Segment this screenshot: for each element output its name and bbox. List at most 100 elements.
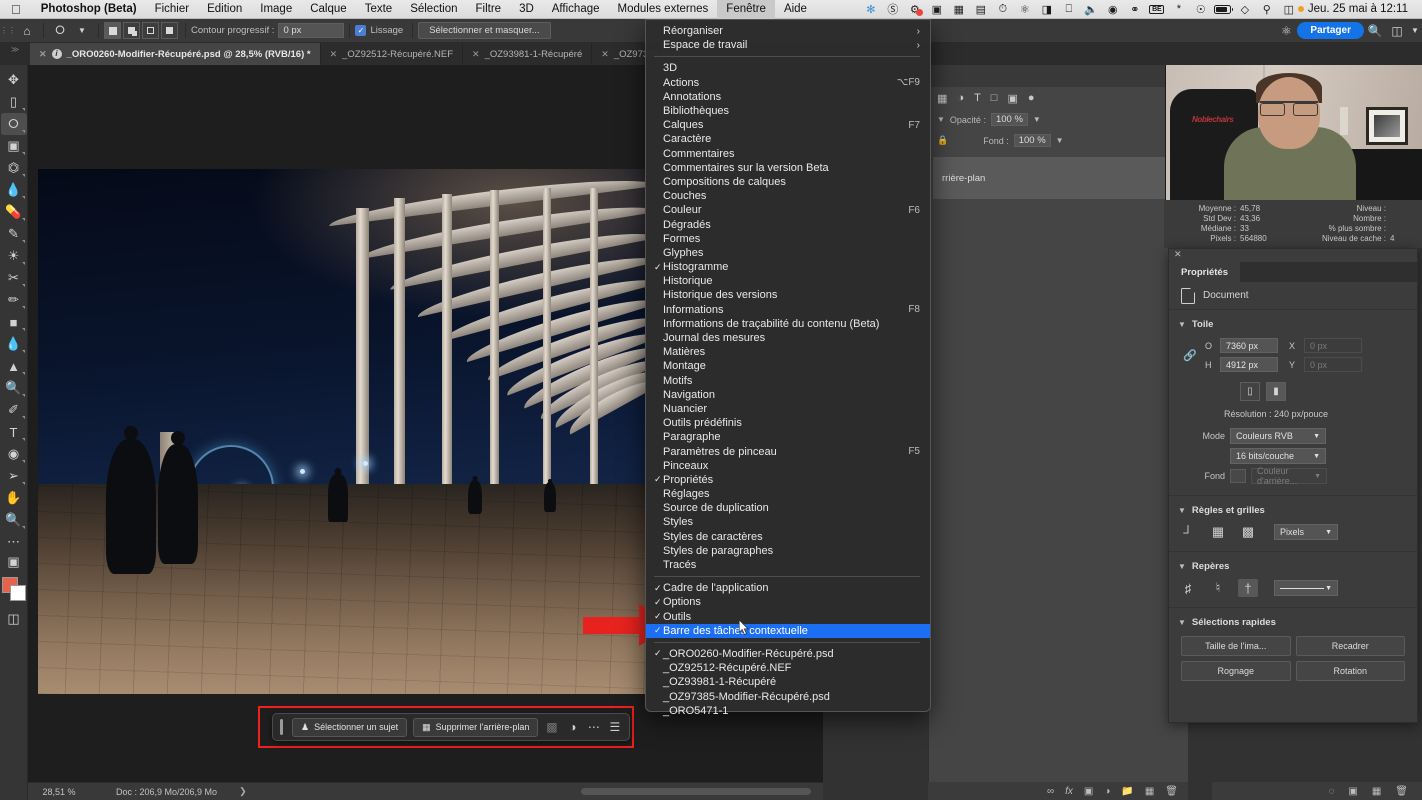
menu-modules-externes[interactable]: Modules externes [609, 0, 718, 19]
zoom-tool-icon[interactable]: 🔍 [1, 377, 27, 399]
menu-item-historique-des-versions[interactable]: Historique des versions [646, 288, 930, 302]
dodge-icon[interactable]: ▲ [1, 355, 27, 377]
canvas-x-input[interactable] [1304, 338, 1362, 353]
screen-mode-icon[interactable]: ◫ [1, 608, 27, 630]
link-icon[interactable]: 🔗 [1183, 349, 1196, 362]
opacity-value[interactable]: 100 % [991, 113, 1028, 126]
options-bar-grip[interactable]: ⋮⋮ [0, 26, 16, 35]
folder-icon[interactable]: 📁 [1121, 786, 1133, 797]
screen-record-icon[interactable]: ▣ [926, 0, 948, 19]
move-icon[interactable]: ✥ [1, 69, 27, 91]
close-icon[interactable]: ✕ [39, 49, 47, 60]
adjust-icon[interactable]: ◑ [565, 717, 580, 737]
trim-button[interactable]: Rognage [1181, 661, 1291, 681]
menu-item-montage[interactable]: Montage [646, 359, 930, 373]
menu-item-motifs[interactable]: Motifs [646, 374, 930, 388]
menu-item-reorganiser[interactable]: Réorganiser › [646, 24, 930, 38]
bit-depth-select[interactable]: 16 bits/couche ▼ [1230, 448, 1326, 464]
menu-item-traces[interactable]: Tracés [646, 558, 930, 572]
menu-item-espace-de-travail[interactable]: Espace de travail › [646, 38, 930, 52]
menu-item-3d[interactable]: 3D [646, 61, 930, 75]
menu-item-parametres-de-pinceau[interactable]: Paramètres de pinceauF5 [646, 444, 930, 458]
fx-icon[interactable]: fx [1065, 786, 1073, 797]
guides-show-icon[interactable]: ♯ [1178, 579, 1198, 597]
select-subject-button[interactable]: ♟ Sélectionner un sujet [292, 718, 407, 737]
pen-icon[interactable]: ✐ [1, 399, 27, 421]
new-icon[interactable]: ▦ [1372, 786, 1381, 797]
select-icon[interactable]: ◌ [1328, 786, 1334, 797]
menu-item-outils[interactable]: ✓Outils [646, 610, 930, 624]
antialias-checkbox[interactable]: ✓ [355, 25, 366, 36]
menu-3d[interactable]: 3D [510, 0, 543, 19]
home-icon[interactable]: ⌂ [16, 19, 38, 43]
battery-status-icon[interactable]: ▤ [970, 0, 992, 19]
crop-button[interactable]: Recadrer [1296, 636, 1406, 656]
menu-app-name[interactable]: Photoshop (Beta) [32, 0, 146, 19]
chevron-down-icon[interactable]: ▼ [1056, 136, 1064, 145]
clock-icon[interactable]: ⏱ [992, 0, 1014, 19]
section-title-regles[interactable]: ▼ Règles et grilles [1169, 502, 1417, 522]
control-center-icon[interactable]: ◉ [1102, 0, 1124, 19]
chevron-down-icon[interactable]: ▼ [1033, 115, 1041, 124]
close-icon[interactable]: ✕ [330, 49, 338, 60]
image-filter-icon[interactable]: ▦ [937, 92, 947, 105]
bluetooth-icon[interactable]: * [1168, 0, 1190, 19]
color-swatches[interactable] [1, 576, 27, 602]
notification-icon[interactable]: ⚙ [904, 0, 926, 19]
settings-sliders-icon[interactable]: ☰ [607, 717, 622, 737]
object-selection-icon[interactable]: ▣ [1, 135, 27, 157]
canvas-width-input[interactable] [1220, 338, 1278, 353]
document-image[interactable] [38, 169, 646, 694]
volume-icon[interactable]: 🔈 [1080, 0, 1102, 19]
feather-input[interactable] [278, 23, 344, 38]
airplay-icon[interactable]: ▦ [948, 0, 970, 19]
trash-icon[interactable]: 🗑 [1165, 786, 1178, 797]
smart-object-icon[interactable]: ▣ [1007, 92, 1017, 105]
close-icon[interactable]: ✕ [601, 49, 609, 60]
shape-filter-icon[interactable]: □ [991, 92, 998, 104]
menu-item-caractere[interactable]: Caractère [646, 132, 930, 146]
add-selection-icon[interactable] [123, 22, 140, 39]
menu-aide[interactable]: Aide [775, 0, 816, 19]
flask-icon[interactable]: ⚛ [1275, 19, 1297, 43]
drag-handle-icon[interactable] [280, 719, 283, 735]
chevron-down-icon[interactable]: ▼ [937, 115, 945, 124]
menu-item-informations[interactable]: InformationsF8 [646, 303, 930, 317]
menu-item-nuancier[interactable]: Nuancier [646, 402, 930, 416]
portrait-orientation-icon[interactable]: ▯ [1240, 382, 1260, 401]
menu-item-styles-de-caracteres[interactable]: Styles de caractères [646, 530, 930, 544]
section-title-toile[interactable]: ▼ Toile [1169, 316, 1417, 336]
ruler-unit-select[interactable]: Pixels ▼ [1274, 524, 1338, 540]
apple-logo-icon[interactable]:  [0, 3, 32, 16]
transform-icon[interactable]: ▩ [544, 717, 559, 737]
tab-oz93981[interactable]: ✕ _OZ93981-1-Récupéré [463, 43, 592, 65]
section-title-selections[interactable]: ▼ Sélections rapides [1169, 614, 1417, 634]
blur-icon[interactable]: 💧 [1, 333, 27, 355]
close-icon[interactable]: ✕ [1169, 249, 1417, 262]
user-switch-icon[interactable]: ◫ [1278, 0, 1300, 19]
menu-image[interactable]: Image [251, 0, 301, 19]
menu-item-commentaires-beta[interactable]: Commentaires sur la version Beta [646, 161, 930, 175]
trash-icon[interactable]: 🗑 [1395, 786, 1408, 797]
close-icon[interactable]: ✕ [472, 49, 480, 60]
intersect-selection-icon[interactable] [161, 22, 178, 39]
fenetre-dropdown-menu[interactable]: Réorganiser › Espace de travail › 3D Act… [645, 19, 931, 712]
eyedropper-icon[interactable]: 💧 [1, 179, 27, 201]
search-icon[interactable]: 🔍 [1364, 19, 1386, 43]
menu-item-styles-de-paragraphes[interactable]: Styles de paragraphes [646, 544, 930, 558]
zoom-level[interactable]: 28,51 % [28, 787, 90, 797]
menu-item-doc-oz92512[interactable]: _OZ92512-Récupéré.NEF [646, 661, 930, 675]
mask-icon[interactable]: ▣ [1348, 786, 1357, 797]
menu-item-options[interactable]: ✓Options [646, 595, 930, 609]
menu-item-outils-predefinis[interactable]: Outils prédéfinis [646, 416, 930, 430]
brush-icon[interactable]: ✎ [1, 223, 27, 245]
menu-item-couches[interactable]: Couches [646, 189, 930, 203]
ruler-icon[interactable]: ┘ [1178, 523, 1198, 541]
display-icon[interactable]: ⎕ [1058, 0, 1080, 19]
subtract-selection-icon[interactable] [142, 22, 159, 39]
menu-item-actions[interactable]: Actions⌥F9 [646, 76, 930, 90]
smart-guides-icon[interactable]: † [1238, 579, 1258, 597]
menu-item-doc-oro0260[interactable]: ✓_ORO0260-Modifier-Récupéré.psd [646, 647, 930, 661]
menu-item-degrades[interactable]: Dégradés [646, 217, 930, 231]
tab-oro0260[interactable]: ✕ _ORO0260-Modifier-Récupéré.psd @ 28,5%… [30, 43, 321, 65]
